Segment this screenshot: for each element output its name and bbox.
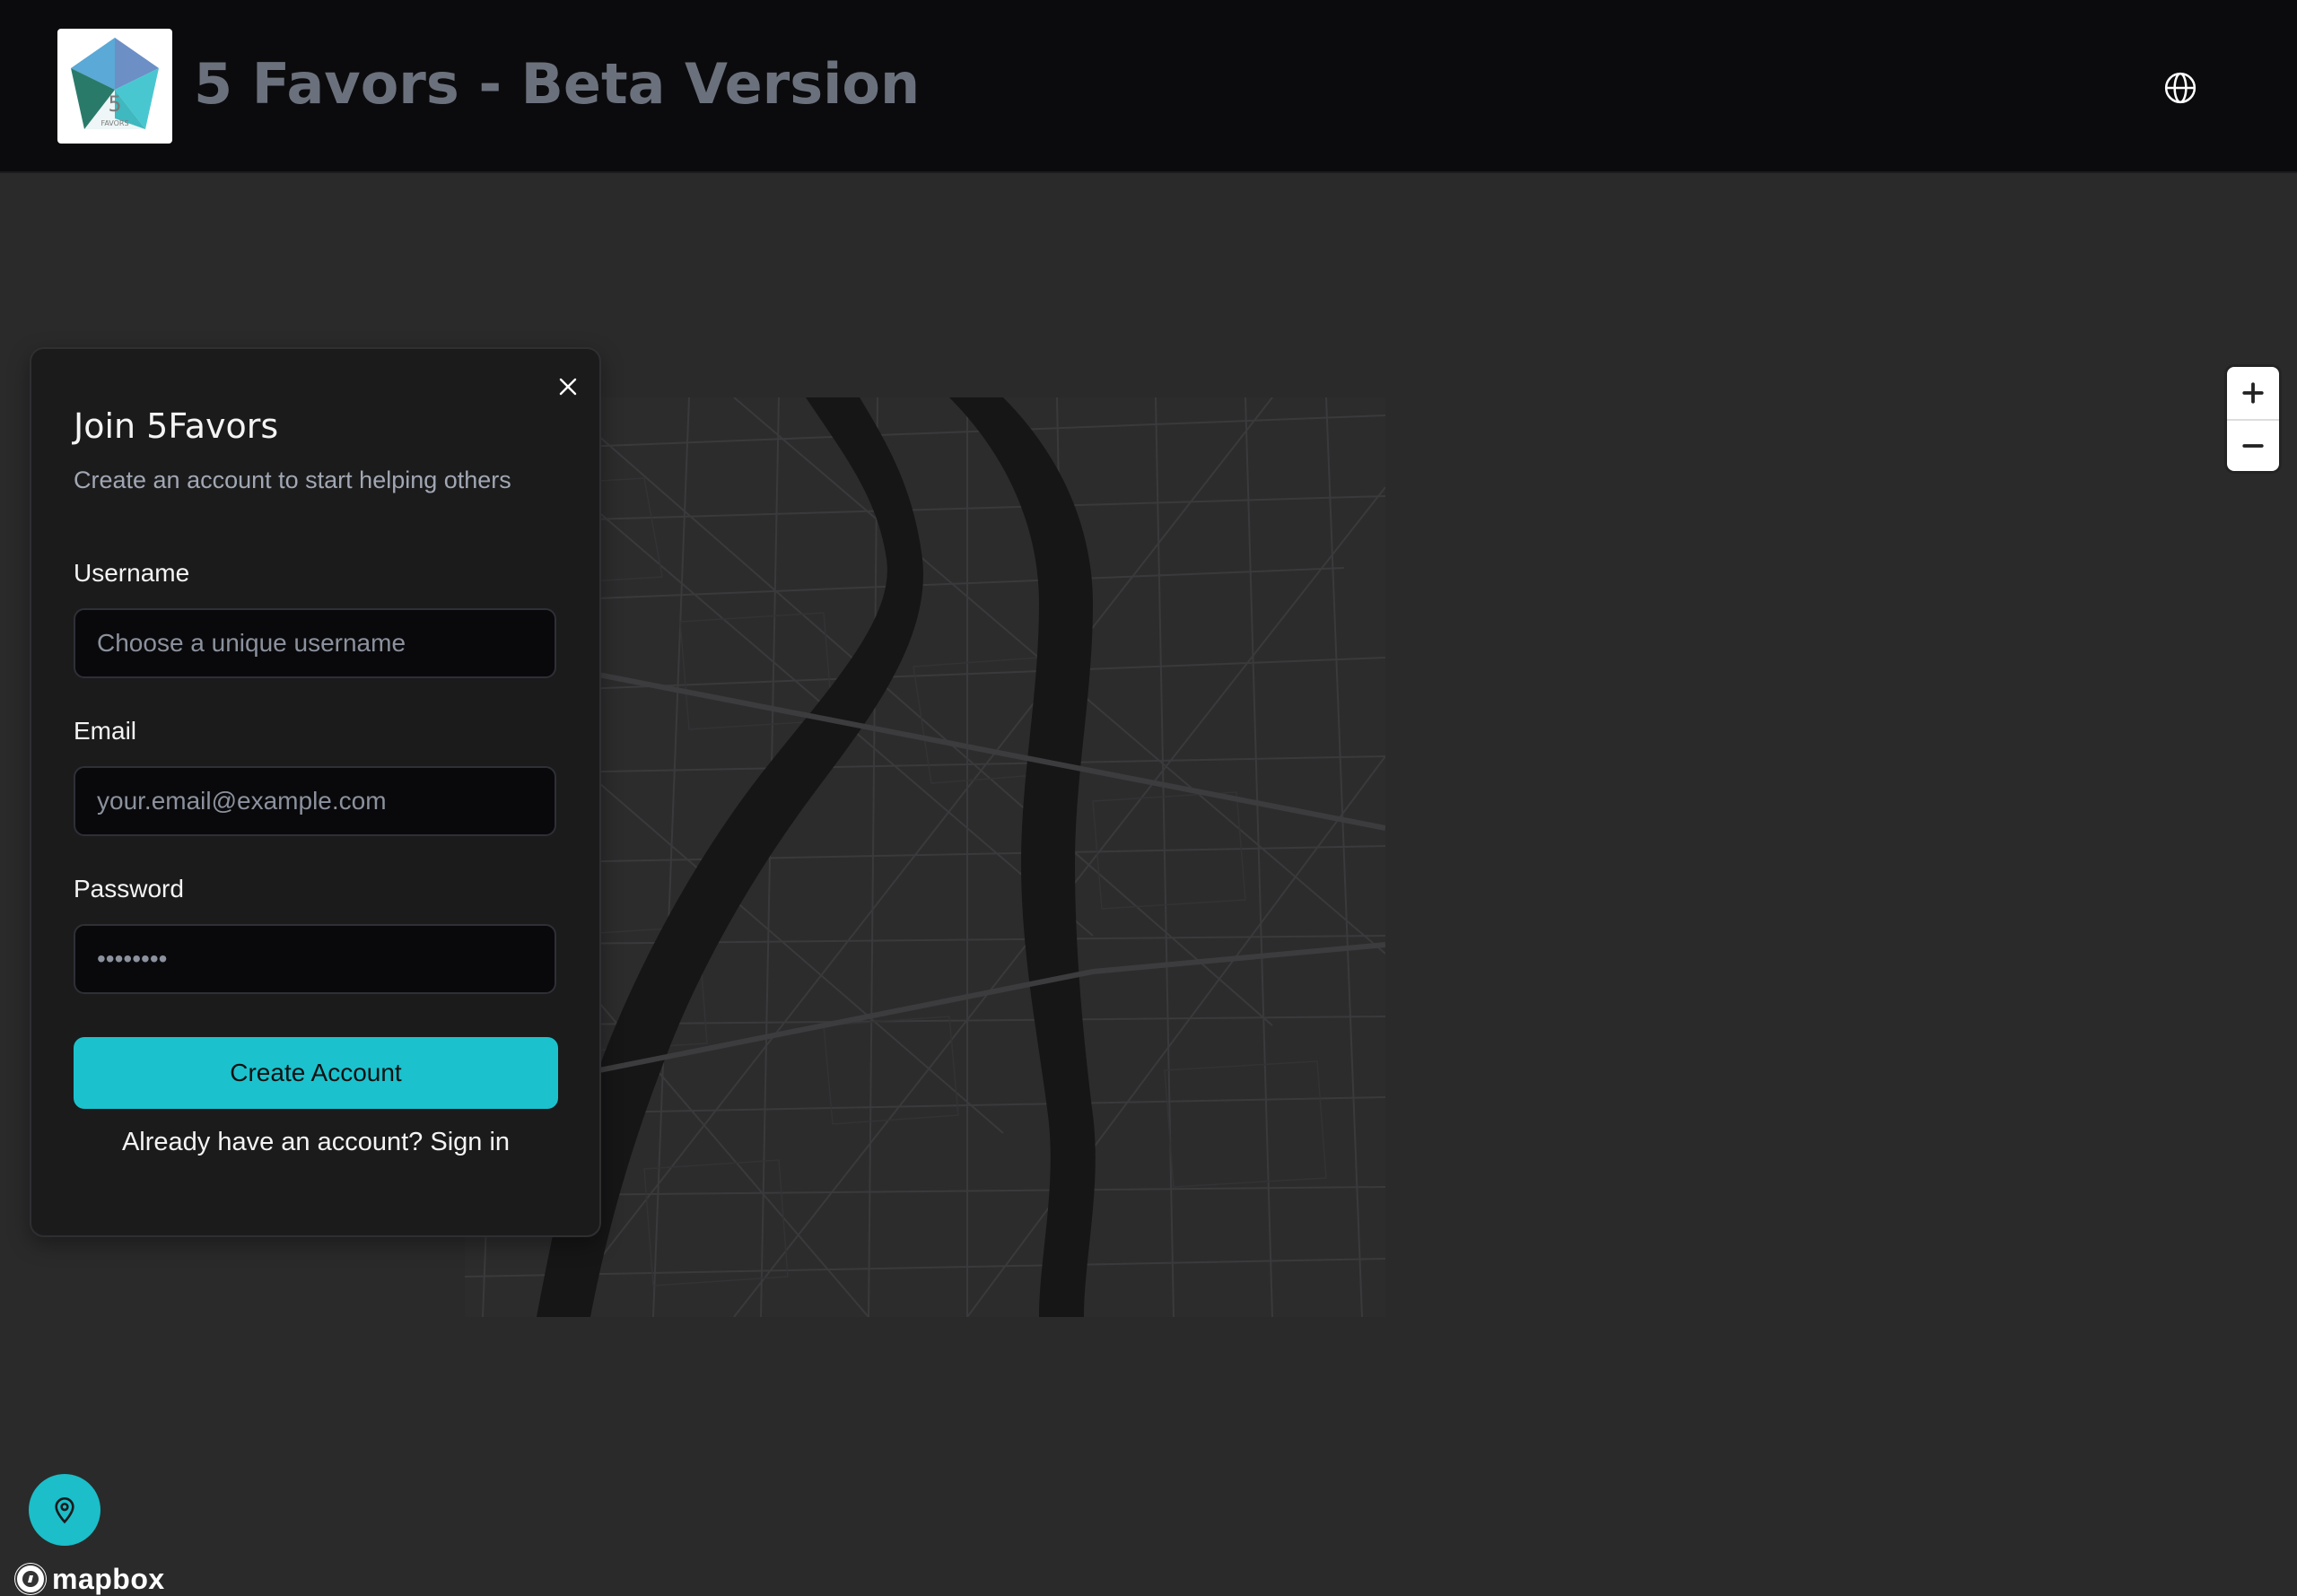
password-label: Password <box>74 875 184 903</box>
map-pin-icon <box>55 1497 74 1524</box>
app-logo[interactable]: 5 FAVORS <box>57 29 172 144</box>
language-button[interactable] <box>2163 71 2197 105</box>
app-header: 5 FAVORS 5 Favors - Beta Version <box>0 0 2297 173</box>
create-account-button[interactable]: Create Account <box>74 1037 558 1109</box>
zoom-control <box>2227 367 2279 471</box>
signup-panel: Join 5Favors Create an account to start … <box>30 347 601 1237</box>
map-tile <box>465 397 1385 1317</box>
email-label: Email <box>74 717 137 745</box>
signin-prompt: Already have an account? <box>121 1128 424 1156</box>
username-input[interactable] <box>74 608 556 678</box>
city-streets-map <box>465 397 1385 1317</box>
locate-me-button[interactable] <box>29 1474 100 1546</box>
mapbox-attribution-logo[interactable]: mapbox <box>14 1562 165 1596</box>
mapbox-wordmark: mapbox <box>52 1562 165 1595</box>
password-input[interactable] <box>74 924 556 994</box>
svg-text:FAVORS: FAVORS <box>100 119 128 127</box>
zoom-in-button[interactable] <box>2227 367 2279 419</box>
zoom-out-button[interactable] <box>2227 419 2279 471</box>
minus-icon <box>2242 444 2264 448</box>
plus-icon <box>2242 382 2264 404</box>
close-icon <box>559 378 577 396</box>
email-input[interactable] <box>74 766 556 836</box>
username-label: Username <box>74 559 190 587</box>
signin-link[interactable]: Sign in <box>430 1128 510 1156</box>
signup-title: Join 5Favors <box>74 406 279 446</box>
signup-subtitle: Create an account to start helping other… <box>74 467 511 493</box>
signin-prompt-line: Already have an account? Sign in <box>74 1124 558 1160</box>
globe-icon <box>2164 72 2197 104</box>
logo-pentagon-icon: 5 FAVORS <box>71 38 159 129</box>
mapbox-icon <box>14 1563 47 1595</box>
close-button[interactable] <box>552 371 584 403</box>
svg-text:5: 5 <box>108 92 121 117</box>
app-title: 5 Favors - Beta Version <box>194 51 921 117</box>
